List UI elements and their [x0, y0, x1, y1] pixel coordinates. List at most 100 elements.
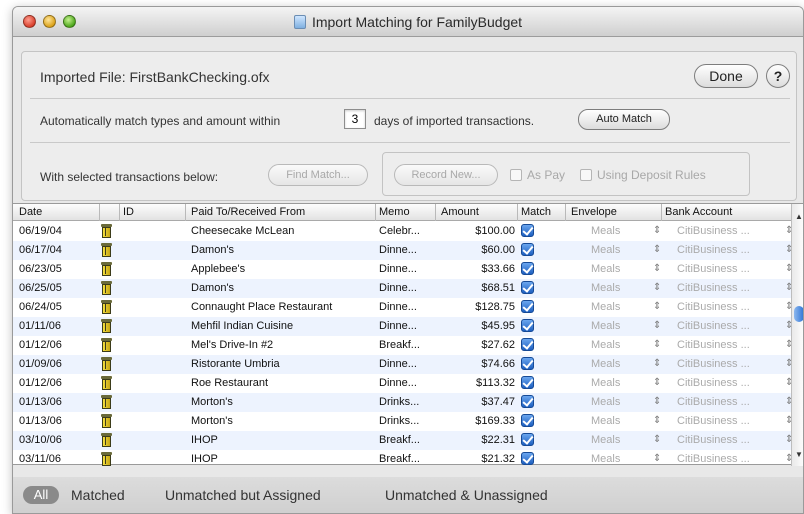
checkbox-checked-icon[interactable]: [521, 281, 534, 294]
checkbox-checked-icon[interactable]: [521, 376, 534, 389]
cell-paid-to: Ristorante Umbria: [191, 358, 280, 370]
done-button[interactable]: Done: [694, 64, 758, 88]
column-paid-to[interactable]: Paid To/Received From: [191, 206, 305, 218]
cell-bank-account[interactable]: CitiBusiness ...: [677, 320, 777, 332]
checkbox-checked-icon[interactable]: [521, 395, 534, 408]
cell-bank-account[interactable]: CitiBusiness ...: [677, 263, 777, 275]
cell-bank-account[interactable]: CitiBusiness ...: [677, 377, 777, 389]
popup-arrows-icon[interactable]: ⇕: [653, 263, 663, 274]
popup-arrows-icon[interactable]: ⇕: [653, 282, 663, 293]
scroll-down-icon[interactable]: ▼: [795, 450, 803, 459]
cell-envelope[interactable]: Meals: [591, 301, 651, 313]
cell-envelope[interactable]: Meals: [591, 282, 651, 294]
popup-arrows-icon[interactable]: ⇕: [653, 225, 663, 236]
checkbox-checked-icon[interactable]: [521, 319, 534, 332]
cell-envelope[interactable]: Meals: [591, 244, 651, 256]
popup-arrows-icon[interactable]: ⇕: [653, 396, 663, 407]
cell-paid-to: Damon's: [191, 282, 235, 294]
checkbox-checked-icon[interactable]: [521, 452, 534, 465]
bin-icon: [101, 319, 113, 333]
checkbox-checked-icon[interactable]: [521, 243, 534, 256]
table-row[interactable]: 03/11/06 IHOP Breakf... $21.32 Meals ⇕ CitiBus…: [13, 450, 793, 469]
cell-bank-account[interactable]: CitiBusiness ...: [677, 434, 777, 446]
using-deposit-rules-checkbox[interactable]: [580, 169, 592, 181]
cell-amount: $113.32: [476, 377, 515, 389]
column-date[interactable]: Date: [19, 206, 42, 218]
table-row[interactable]: 06/19/04 Cheesecake McLean Celebr... $100.0…: [13, 222, 793, 241]
checkbox-checked-icon[interactable]: [521, 300, 534, 313]
popup-arrows-icon[interactable]: ⇕: [653, 339, 663, 350]
cell-bank-account[interactable]: CitiBusiness ...: [677, 415, 777, 427]
popup-arrows-icon[interactable]: ⇕: [653, 301, 663, 312]
filter-unmatched-unassigned[interactable]: Unmatched & Unassigned: [385, 487, 548, 503]
cell-amount: $45.95: [481, 320, 515, 332]
cell-bank-account[interactable]: CitiBusiness ...: [677, 301, 777, 313]
days-input[interactable]: [344, 109, 366, 129]
column-memo[interactable]: Memo: [379, 206, 410, 218]
table-row[interactable]: 06/23/05 Applebee's Dinne... $33.66 Meals ⇕ Ci…: [13, 260, 793, 279]
title-bar[interactable]: Import Matching for FamilyBudget: [13, 7, 803, 37]
cell-envelope[interactable]: Meals: [591, 225, 651, 237]
cell-bank-account[interactable]: CitiBusiness ...: [677, 358, 777, 370]
checkbox-checked-icon[interactable]: [521, 338, 534, 351]
vertical-scrollbar[interactable]: ▲ ▼: [791, 204, 803, 466]
cell-bank-account[interactable]: CitiBusiness ...: [677, 244, 777, 256]
filter-all[interactable]: All: [23, 486, 59, 504]
cell-bank-account[interactable]: CitiBusiness ...: [677, 453, 777, 465]
checkbox-checked-icon[interactable]: [521, 433, 534, 446]
cell-bank-account[interactable]: CitiBusiness ...: [677, 339, 777, 351]
checkbox-checked-icon[interactable]: [521, 414, 534, 427]
popup-arrows-icon[interactable]: ⇕: [653, 415, 663, 426]
scroll-up-icon[interactable]: ▲: [795, 212, 803, 221]
cell-bank-account[interactable]: CitiBusiness ...: [677, 396, 777, 408]
cell-envelope[interactable]: Meals: [591, 358, 651, 370]
table-row[interactable]: 01/09/06 Ristorante Umbria Dinne... $74.66 M…: [13, 355, 793, 374]
scroll-thumb[interactable]: [794, 306, 803, 322]
table-row[interactable]: 01/12/06 Roe Restaurant Dinne... $113.32 Mea…: [13, 374, 793, 393]
cell-envelope[interactable]: Meals: [591, 396, 651, 408]
table-row[interactable]: 01/12/06 Mel's Drive-In #2 Breakf... $27.62…: [13, 336, 793, 355]
cell-envelope[interactable]: Meals: [591, 377, 651, 389]
popup-arrows-icon[interactable]: ⇕: [653, 377, 663, 388]
cell-envelope[interactable]: Meals: [591, 263, 651, 275]
table-row[interactable]: 06/17/04 Damon's Dinne... $60.00 Meals ⇕ CitiB…: [13, 241, 793, 260]
table-row[interactable]: 01/11/06 Mehfil Indian Cuisine Dinne... $45…: [13, 317, 793, 336]
cell-envelope[interactable]: Meals: [591, 320, 651, 332]
table-row[interactable]: 01/13/06 Morton's Drinks... $169.33 Meals ⇕ Ci…: [13, 412, 793, 431]
cell-memo: Dinne...: [379, 358, 417, 370]
cell-envelope[interactable]: Meals: [591, 453, 651, 465]
column-amount[interactable]: Amount: [441, 206, 479, 218]
cell-bank-account[interactable]: CitiBusiness ...: [677, 225, 777, 237]
cell-envelope[interactable]: Meals: [591, 415, 651, 427]
popup-arrows-icon[interactable]: ⇕: [653, 434, 663, 445]
cell-bank-account[interactable]: CitiBusiness ...: [677, 282, 777, 294]
cell-envelope[interactable]: Meals: [591, 434, 651, 446]
column-id[interactable]: ID: [123, 206, 134, 218]
popup-arrows-icon[interactable]: ⇕: [653, 453, 663, 464]
cell-amount: $68.51: [481, 282, 515, 294]
find-match-button[interactable]: Find Match...: [268, 164, 368, 186]
checkbox-checked-icon[interactable]: [521, 357, 534, 370]
help-button[interactable]: ?: [766, 64, 790, 88]
checkbox-checked-icon[interactable]: [521, 262, 534, 275]
record-new-button[interactable]: Record New...: [394, 164, 498, 186]
popup-arrows-icon[interactable]: ⇕: [653, 358, 663, 369]
cell-amount: $22.31: [481, 434, 515, 446]
cell-envelope[interactable]: Meals: [591, 339, 651, 351]
cell-date: 01/11/06: [19, 320, 62, 332]
as-pay-checkbox[interactable]: [510, 169, 522, 181]
table-row[interactable]: 06/25/05 Damon's Dinne... $68.51 Meals ⇕ CitiB…: [13, 279, 793, 298]
imported-file-row: Imported File: FirstBankChecking.ofx: [40, 69, 270, 85]
column-bank-account[interactable]: Bank Account: [665, 206, 732, 218]
column-match[interactable]: Match: [521, 206, 551, 218]
table-row[interactable]: 01/13/06 Morton's Drinks... $37.47 Meals ⇕ Cit…: [13, 393, 793, 412]
filter-matched[interactable]: Matched: [71, 487, 125, 503]
table-row[interactable]: 03/10/06 IHOP Breakf... $22.31 Meals ⇕ CitiBus…: [13, 431, 793, 450]
filter-unmatched-assigned[interactable]: Unmatched but Assigned: [165, 487, 321, 503]
checkbox-checked-icon[interactable]: [521, 224, 534, 237]
table-row[interactable]: 06/24/05 Connaught Place Restaurant Dinne.…: [13, 298, 793, 317]
column-envelope[interactable]: Envelope: [571, 206, 617, 218]
popup-arrows-icon[interactable]: ⇕: [653, 320, 663, 331]
auto-match-button[interactable]: Auto Match: [578, 109, 670, 130]
popup-arrows-icon[interactable]: ⇕: [653, 244, 663, 255]
